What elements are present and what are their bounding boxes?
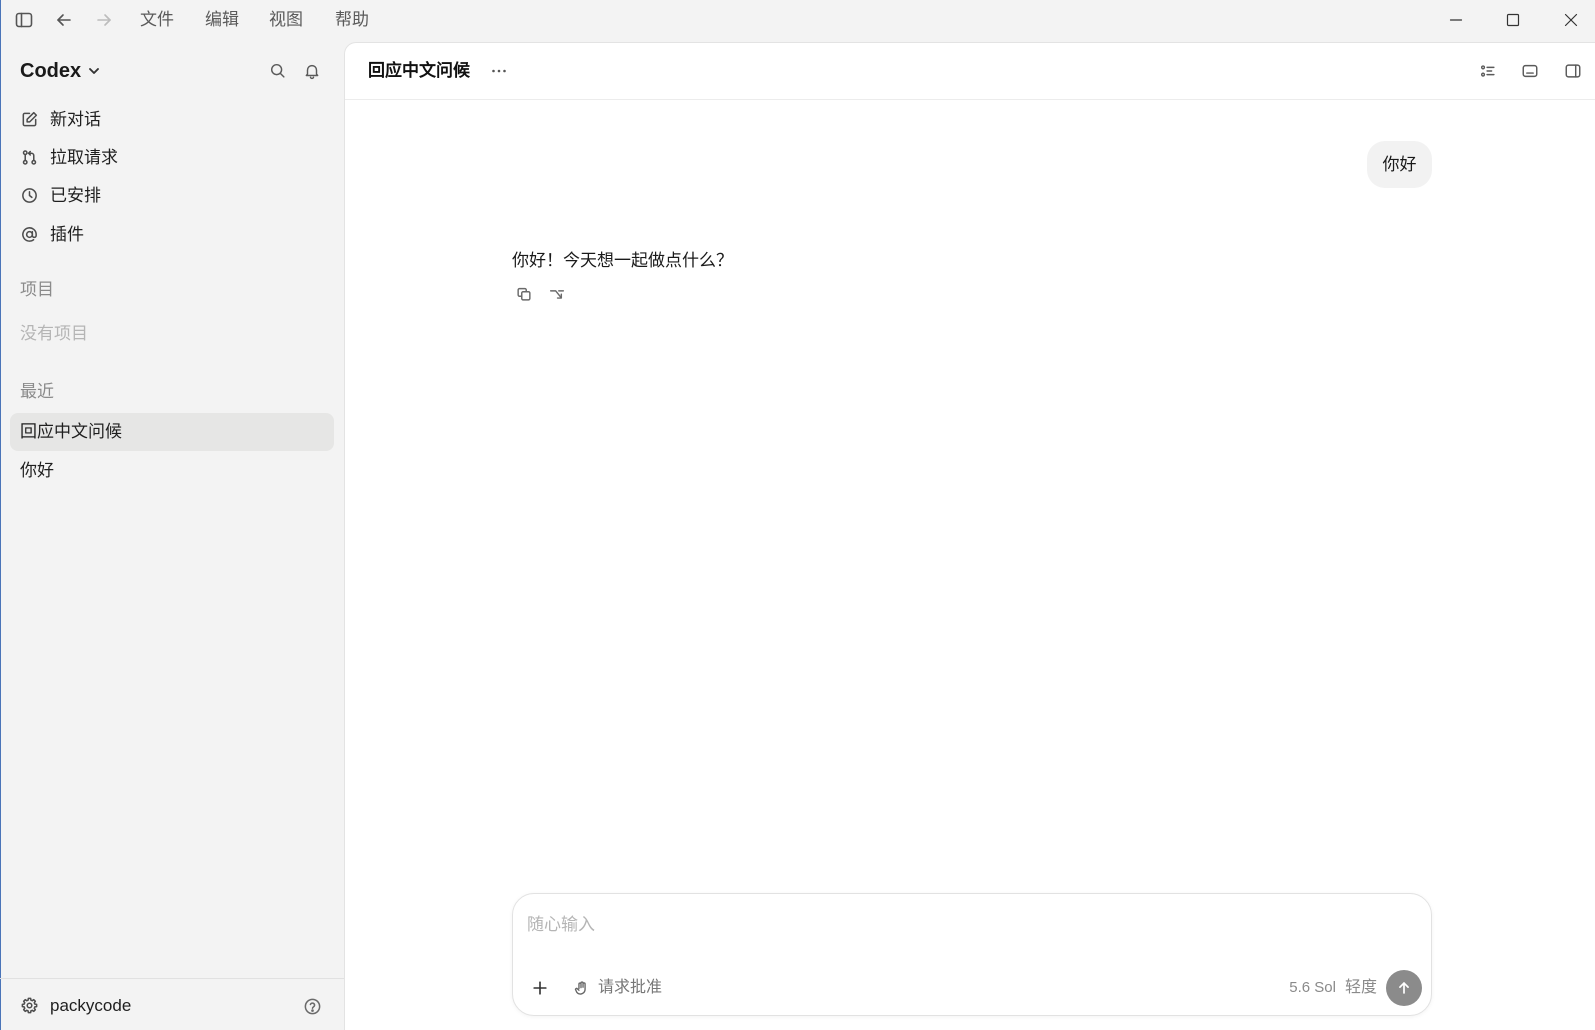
model-selector[interactable]: 5.6 Sol xyxy=(1289,975,1336,1001)
projects-heading: 项目 xyxy=(20,280,54,299)
message-input[interactable] xyxy=(527,910,1407,940)
gear-icon xyxy=(20,996,39,1015)
copy-icon[interactable] xyxy=(515,285,533,303)
approval-mode-button[interactable]: 请求批准 xyxy=(573,975,662,1001)
account-settings-button[interactable]: packycode xyxy=(10,988,270,1024)
recent-thread-item[interactable]: 你好 xyxy=(10,452,334,490)
sidebar-item-label: 新对话 xyxy=(50,110,101,129)
message-composer: 请求批准 5.6 Sol 轻度 xyxy=(512,893,1432,1016)
main-panel: 回应中文问候 你好 你好！今天想一起做点什么？ 随心输入 请求批准 5.6 So… xyxy=(344,42,1595,1030)
close-button[interactable] xyxy=(1548,0,1594,40)
minimize-icon xyxy=(1449,13,1463,27)
back-arrow-icon[interactable] xyxy=(54,10,74,30)
send-button[interactable] xyxy=(1386,970,1422,1006)
sidebar-item-label: 已安排 xyxy=(50,186,101,205)
menu-help[interactable]: 帮助 xyxy=(335,10,369,30)
thread-title: 回应中文问候 xyxy=(368,61,470,80)
recent-thread-item[interactable]: 回应中文问候 xyxy=(10,413,334,451)
close-icon xyxy=(1564,13,1578,27)
recent-heading: 最近 xyxy=(20,382,54,401)
more-options-icon[interactable] xyxy=(489,61,509,81)
sidebar-divider xyxy=(0,978,344,979)
chevron-down-icon xyxy=(87,64,101,78)
help-icon[interactable] xyxy=(303,997,322,1016)
recent-thread-label: 你好 xyxy=(20,461,54,480)
sidebar-item-pull-requests[interactable]: 拉取请求 xyxy=(10,140,334,176)
hand-icon xyxy=(573,980,590,997)
approval-mode-label: 请求批准 xyxy=(598,979,663,996)
maximize-button[interactable] xyxy=(1490,0,1536,40)
toggle-bottom-panel-icon[interactable] xyxy=(1521,62,1539,80)
pull-request-icon xyxy=(20,148,39,167)
thread-header: 回应中文问候 xyxy=(345,43,1595,100)
clock-icon xyxy=(20,186,39,205)
sidebar-item-new-chat[interactable]: 新对话 xyxy=(10,102,334,138)
maximize-icon xyxy=(1506,13,1520,27)
menu-view[interactable]: 视图 xyxy=(269,10,303,30)
assistant-message: 你好！今天想一起做点什么？ xyxy=(512,251,733,270)
account-name: packycode xyxy=(50,996,132,1015)
toggle-sidebar-icon[interactable] xyxy=(14,10,34,30)
bell-icon[interactable] xyxy=(303,62,321,80)
reasoning-effort-selector[interactable]: 轻度 xyxy=(1345,975,1377,1001)
fork-icon[interactable] xyxy=(548,285,566,303)
title-bar: 文件 编辑 视图 帮助 xyxy=(0,0,1595,42)
new-chat-icon xyxy=(20,110,39,129)
recent-thread-label: 回应中文问候 xyxy=(20,422,122,441)
sidebar-item-scheduled[interactable]: 已安排 xyxy=(10,178,334,214)
model-controls: 5.6 Sol 轻度 xyxy=(1289,975,1377,1001)
at-sign-icon xyxy=(20,225,39,244)
plus-icon[interactable] xyxy=(531,979,549,997)
sidebar-item-plugins[interactable]: 插件 xyxy=(10,217,334,253)
app-name: Codex xyxy=(20,60,82,82)
forward-arrow-icon[interactable] xyxy=(94,10,114,30)
toggle-right-panel-icon[interactable] xyxy=(1564,62,1582,80)
task-list-icon[interactable] xyxy=(1479,62,1497,80)
arrow-up-icon xyxy=(1395,979,1413,997)
projects-empty-text: 没有项目 xyxy=(20,324,88,343)
menu-edit[interactable]: 编辑 xyxy=(205,10,239,30)
minimize-button[interactable] xyxy=(1433,0,1479,40)
menu-file[interactable]: 文件 xyxy=(140,10,174,30)
app-window: 文件 编辑 视图 帮助 Codex 新对话 拉取请求 已安排 插件 项目 没有项… xyxy=(0,0,1595,1030)
workspace-switcher[interactable]: Codex xyxy=(20,57,101,85)
user-message-bubble: 你好 xyxy=(1367,141,1432,188)
sidebar: Codex 新对话 拉取请求 已安排 插件 项目 没有项目 最近 回应中文问候 … xyxy=(0,42,344,1030)
sidebar-item-label: 拉取请求 xyxy=(50,148,118,167)
sidebar-item-label: 插件 xyxy=(50,225,84,244)
search-icon[interactable] xyxy=(269,62,287,80)
